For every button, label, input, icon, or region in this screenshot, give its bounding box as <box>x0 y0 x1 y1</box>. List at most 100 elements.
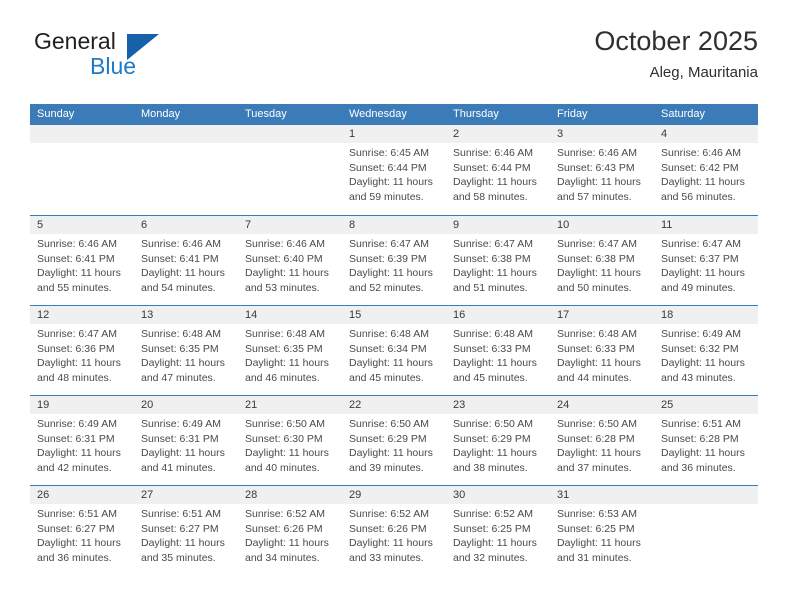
calendar-day-cell[interactable]: 2 Sunrise: 6:46 AM Sunset: 6:44 PM Daylight… <box>446 125 550 215</box>
calendar-day-cell[interactable]: 18 Sunrise: 6:49 AM Sunset: 6:32 PM Dayligh… <box>654 306 758 395</box>
daylight-text: Daylight: 11 hours <box>349 267 433 280</box>
day-number: 6 <box>141 219 148 231</box>
calendar-empty-cell <box>134 125 238 215</box>
calendar-day-cell[interactable]: 28 Sunrise: 6:52 AM Sunset: 6:26 PM Dayligh… <box>238 486 342 575</box>
day-number-band: 29 <box>342 486 446 504</box>
calendar-day-cell[interactable]: 22 Sunrise: 6:50 AM Sunset: 6:29 PM Dayligh… <box>342 396 446 485</box>
daylight-text: Daylight: 11 hours <box>557 537 641 550</box>
daylight-text: Daylight: 11 hours <box>557 447 641 460</box>
sunrise-text: Sunrise: 6:46 AM <box>37 238 117 250</box>
day-details: Sunrise: 6:53 AM Sunset: 6:25 PM Daylight:… <box>550 504 654 565</box>
day-number: 25 <box>661 399 674 411</box>
calendar-day-cell[interactable]: 19 Sunrise: 6:49 AM Sunset: 6:31 PM Dayligh… <box>30 396 134 485</box>
calendar-day-cell[interactable]: 12 Sunrise: 6:47 AM Sunset: 6:36 PM Dayligh… <box>30 306 134 395</box>
sunrise-text: Sunrise: 6:50 AM <box>349 418 429 430</box>
weekday-header-sunday: Sunday <box>37 108 75 120</box>
sunrise-text: Sunrise: 6:49 AM <box>141 418 221 430</box>
day-number: 21 <box>245 399 258 411</box>
daylight-text-cont: and 51 minutes. <box>453 281 528 294</box>
day-details <box>30 143 134 146</box>
calendar-day-cell[interactable]: 20 Sunrise: 6:49 AM Sunset: 6:31 PM Dayligh… <box>134 396 238 485</box>
day-number-band: 15 <box>342 306 446 324</box>
day-details: Sunrise: 6:47 AM Sunset: 6:36 PM Daylight:… <box>30 324 134 385</box>
day-number-band: 26 <box>30 486 134 504</box>
daylight-text: Daylight: 11 hours <box>141 357 225 370</box>
calendar-day-cell[interactable]: 26 Sunrise: 6:51 AM Sunset: 6:27 PM Dayligh… <box>30 486 134 575</box>
daylight-text: Daylight: 11 hours <box>661 447 745 460</box>
day-number: 16 <box>453 309 466 321</box>
day-number-band: 25 <box>654 396 758 414</box>
day-number-band: 23 <box>446 396 550 414</box>
day-number-band: 14 <box>238 306 342 324</box>
brand-logo[interactable]: General Blue <box>34 28 234 88</box>
daylight-text: Daylight: 11 hours <box>349 447 433 460</box>
daylight-text-cont: and 36 minutes. <box>661 461 736 474</box>
day-details: Sunrise: 6:50 AM Sunset: 6:30 PM Daylight:… <box>238 414 342 475</box>
calendar-day-cell[interactable]: 4 Sunrise: 6:46 AM Sunset: 6:42 PM Daylight… <box>654 125 758 215</box>
calendar-day-cell[interactable]: 10 Sunrise: 6:47 AM Sunset: 6:38 PM Dayligh… <box>550 216 654 305</box>
daylight-text: Daylight: 11 hours <box>661 176 745 189</box>
calendar-day-cell[interactable]: 6 Sunrise: 6:46 AM Sunset: 6:41 PM Daylight… <box>134 216 238 305</box>
day-details: Sunrise: 6:50 AM Sunset: 6:29 PM Daylight:… <box>446 414 550 475</box>
sunset-text: Sunset: 6:28 PM <box>557 432 635 445</box>
day-details: Sunrise: 6:46 AM Sunset: 6:44 PM Daylight:… <box>446 143 550 204</box>
calendar-day-cell[interactable]: 9 Sunrise: 6:47 AM Sunset: 6:38 PM Daylight… <box>446 216 550 305</box>
day-number-band: 1 <box>342 125 446 143</box>
daylight-text: Daylight: 11 hours <box>245 537 329 550</box>
page-title: October 2025 <box>594 26 758 56</box>
calendar-day-cell[interactable]: 24 Sunrise: 6:50 AM Sunset: 6:28 PM Dayligh… <box>550 396 654 485</box>
daylight-text: Daylight: 11 hours <box>141 267 225 280</box>
calendar-day-cell[interactable]: 25 Sunrise: 6:51 AM Sunset: 6:28 PM Dayligh… <box>654 396 758 485</box>
calendar-day-cell[interactable]: 23 Sunrise: 6:50 AM Sunset: 6:29 PM Dayligh… <box>446 396 550 485</box>
daylight-text-cont: and 35 minutes. <box>141 551 216 564</box>
weekday-header-tuesday: Tuesday <box>245 108 287 120</box>
calendar-day-cell[interactable]: 8 Sunrise: 6:47 AM Sunset: 6:39 PM Daylight… <box>342 216 446 305</box>
weekday-header-monday: Monday <box>141 108 181 120</box>
sunrise-text: Sunrise: 6:48 AM <box>557 328 637 340</box>
sunset-text: Sunset: 6:33 PM <box>453 342 531 355</box>
daylight-text-cont: and 50 minutes. <box>557 281 632 294</box>
sunset-text: Sunset: 6:25 PM <box>453 522 531 535</box>
sunset-text: Sunset: 6:39 PM <box>349 252 427 265</box>
calendar-day-cell[interactable]: 5 Sunrise: 6:46 AM Sunset: 6:41 PM Daylight… <box>30 216 134 305</box>
daylight-text-cont: and 56 minutes. <box>661 190 736 203</box>
calendar-day-cell[interactable]: 31 Sunrise: 6:53 AM Sunset: 6:25 PM Dayligh… <box>550 486 654 575</box>
sunset-text: Sunset: 6:26 PM <box>245 522 323 535</box>
daylight-text-cont: and 40 minutes. <box>245 461 320 474</box>
calendar-day-cell[interactable]: 30 Sunrise: 6:52 AM Sunset: 6:25 PM Dayligh… <box>446 486 550 575</box>
sunrise-text: Sunrise: 6:52 AM <box>453 508 533 520</box>
day-number-band: 19 <box>30 396 134 414</box>
calendar-day-cell[interactable]: 3 Sunrise: 6:46 AM Sunset: 6:43 PM Daylight… <box>550 125 654 215</box>
calendar-day-cell[interactable]: 7 Sunrise: 6:46 AM Sunset: 6:40 PM Daylight… <box>238 216 342 305</box>
sunrise-text: Sunrise: 6:46 AM <box>245 238 325 250</box>
sunset-text: Sunset: 6:42 PM <box>661 161 739 174</box>
calendar-day-cell[interactable]: 29 Sunrise: 6:52 AM Sunset: 6:26 PM Dayligh… <box>342 486 446 575</box>
daylight-text: Daylight: 11 hours <box>557 357 641 370</box>
day-details: Sunrise: 6:46 AM Sunset: 6:41 PM Daylight:… <box>134 234 238 295</box>
sunrise-text: Sunrise: 6:49 AM <box>37 418 117 430</box>
daylight-text-cont: and 57 minutes. <box>557 190 632 203</box>
calendar-day-cell[interactable]: 14 Sunrise: 6:48 AM Sunset: 6:35 PM Dayligh… <box>238 306 342 395</box>
day-details: Sunrise: 6:51 AM Sunset: 6:28 PM Daylight:… <box>654 414 758 475</box>
calendar-day-cell[interactable]: 13 Sunrise: 6:48 AM Sunset: 6:35 PM Dayligh… <box>134 306 238 395</box>
calendar-day-cell[interactable]: 15 Sunrise: 6:48 AM Sunset: 6:34 PM Dayligh… <box>342 306 446 395</box>
day-number-band: 17 <box>550 306 654 324</box>
brand-name-general: General <box>34 28 116 54</box>
calendar-day-cell[interactable]: 16 Sunrise: 6:48 AM Sunset: 6:33 PM Dayligh… <box>446 306 550 395</box>
day-number-band: 8 <box>342 216 446 234</box>
calendar-day-cell[interactable]: 27 Sunrise: 6:51 AM Sunset: 6:27 PM Dayligh… <box>134 486 238 575</box>
day-number: 30 <box>453 489 466 501</box>
day-details: Sunrise: 6:49 AM Sunset: 6:31 PM Daylight:… <box>30 414 134 475</box>
sunrise-text: Sunrise: 6:50 AM <box>245 418 325 430</box>
day-details <box>134 143 238 146</box>
calendar-day-cell[interactable]: 1 Sunrise: 6:45 AM Sunset: 6:44 PM Daylight… <box>342 125 446 215</box>
calendar-day-cell[interactable]: 17 Sunrise: 6:48 AM Sunset: 6:33 PM Dayligh… <box>550 306 654 395</box>
calendar-day-cell[interactable]: 11 Sunrise: 6:47 AM Sunset: 6:37 PM Dayligh… <box>654 216 758 305</box>
daylight-text-cont: and 49 minutes. <box>661 281 736 294</box>
calendar-week-row: 12 Sunrise: 6:47 AM Sunset: 6:36 PM Dayligh… <box>30 305 758 395</box>
day-number: 14 <box>245 309 258 321</box>
day-details <box>654 504 758 507</box>
daylight-text-cont: and 45 minutes. <box>349 371 424 384</box>
calendar-day-cell[interactable]: 21 Sunrise: 6:50 AM Sunset: 6:30 PM Dayligh… <box>238 396 342 485</box>
day-number: 1 <box>349 128 356 140</box>
